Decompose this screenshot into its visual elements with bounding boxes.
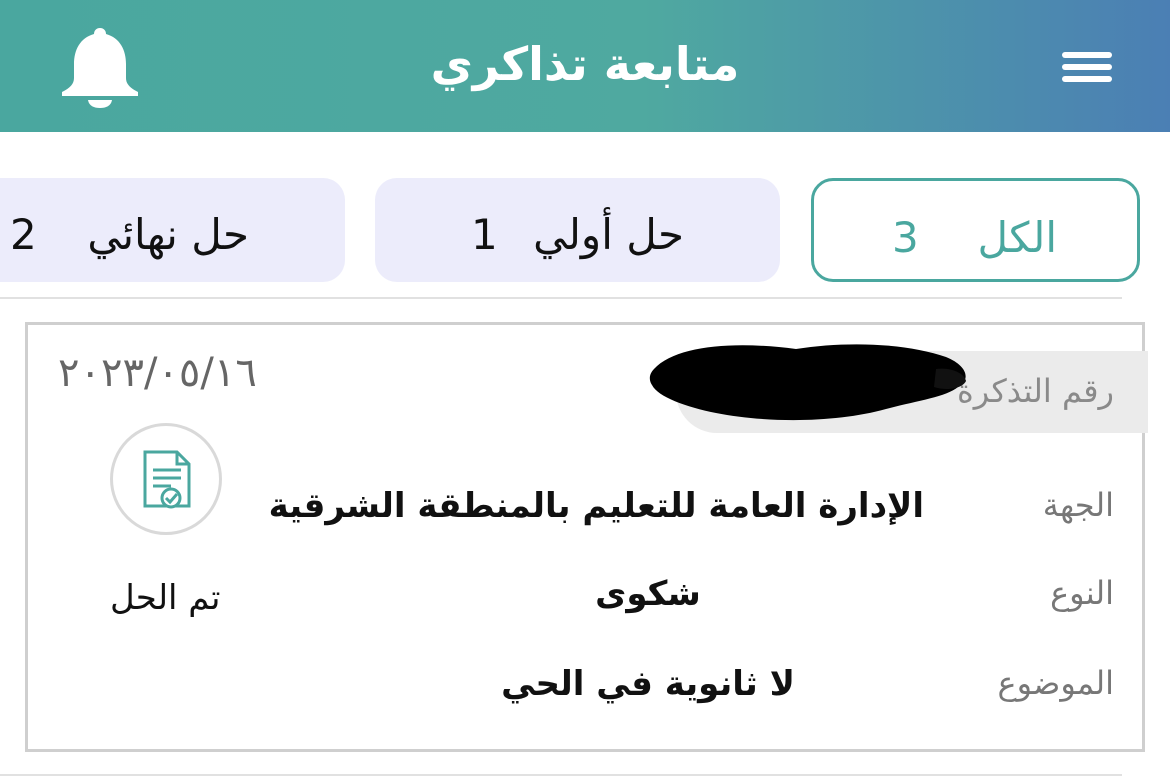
tab-initial-solution-count: 1 xyxy=(471,210,498,259)
document-check-icon xyxy=(143,450,191,509)
app-header: متابعة تذاكري xyxy=(0,0,1170,132)
tab-final-solution[interactable]: حل نهائي 2 xyxy=(0,178,345,282)
tab-initial-solution-label: حل أولي xyxy=(533,210,684,259)
entity-value: الإدارة العامة للتعليم بالمنطقة الشرقية xyxy=(268,486,924,526)
page-title: متابعة تذاكري xyxy=(430,37,740,91)
entity-label: الجهة xyxy=(1042,486,1114,524)
tab-final-solution-label: حل نهائي xyxy=(87,210,249,259)
hamburger-menu-icon xyxy=(1062,64,1112,70)
tab-final-solution-count: 2 xyxy=(10,210,37,259)
type-value: شكوى xyxy=(595,574,701,614)
type-label: النوع xyxy=(1050,574,1114,612)
redacted-ticket-number xyxy=(649,344,966,421)
ticket-status: تم الحل xyxy=(110,578,221,618)
subject-value: لا ثانوية في الحي xyxy=(501,664,795,704)
tab-all[interactable]: الكل 3 xyxy=(811,178,1140,282)
subject-label: الموضوع xyxy=(997,664,1114,702)
ticket-card[interactable]: رقم التذكرة ٢٠٢٣/٠٥/١٦ تم الحل الجهة الإ… xyxy=(25,322,1148,752)
tab-initial-solution[interactable]: حل أولي 1 xyxy=(375,178,780,282)
hamburger-menu-icon xyxy=(1062,52,1112,58)
ticket-number-label: رقم التذكرة xyxy=(957,372,1114,410)
status-icon-badge xyxy=(110,423,222,535)
ticket-number-field: رقم التذكرة xyxy=(649,344,1148,433)
menu-button[interactable] xyxy=(1062,52,1116,82)
hamburger-menu-icon xyxy=(1062,76,1112,82)
tabs-divider xyxy=(0,297,1122,299)
ticket-date: ٢٠٢٣/٠٥/١٦ xyxy=(58,350,257,396)
card-divider xyxy=(0,774,1122,776)
tab-all-count: 3 xyxy=(892,213,919,262)
tab-all-label: الكل xyxy=(977,213,1057,262)
